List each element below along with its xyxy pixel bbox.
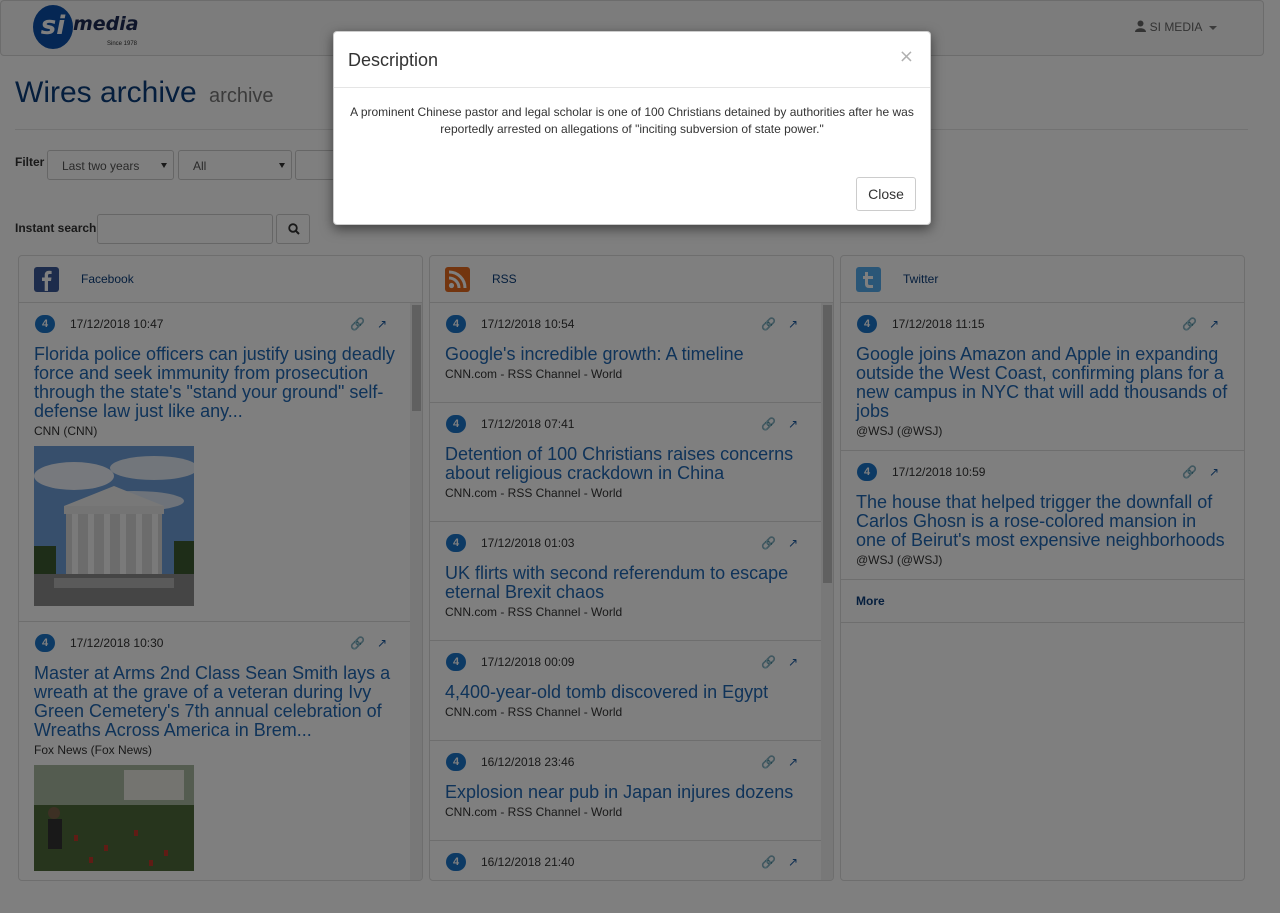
close-icon[interactable]: ×	[899, 46, 914, 67]
modal-title: Description	[348, 50, 439, 70]
modal-header: Description ×	[334, 32, 930, 88]
close-button[interactable]: Close	[856, 177, 916, 211]
modal-body: A prominent Chinese pastor and legal sch…	[350, 105, 914, 136]
description-modal: Description × A prominent Chinese pastor…	[333, 31, 931, 225]
